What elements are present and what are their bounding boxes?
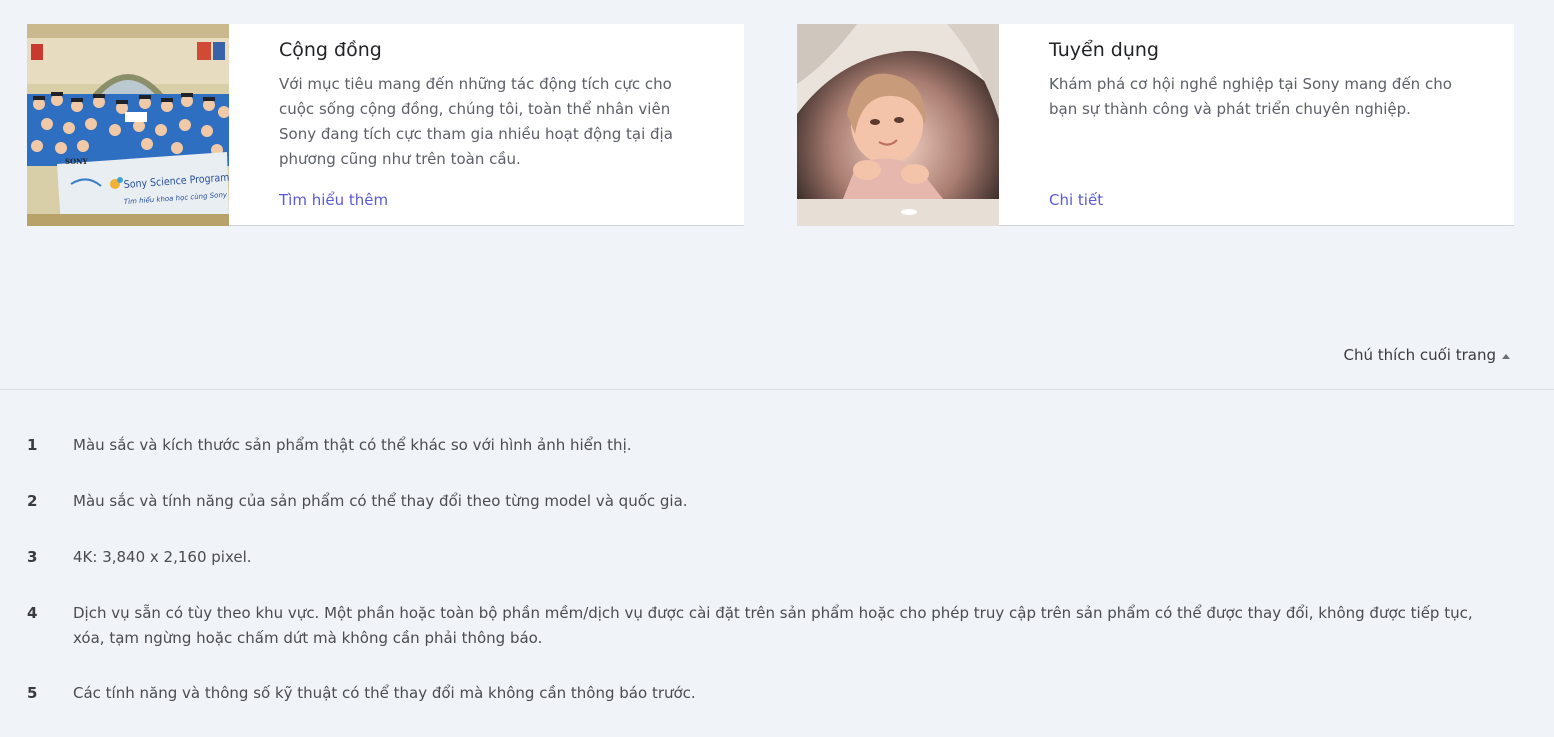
footnote-item: 2 Màu sắc và tính năng của sản phẩm có t… xyxy=(27,489,1507,514)
footnote-number: 4 xyxy=(27,604,38,622)
footnote-text: 4K: 3,840 x 2,160 pixel. xyxy=(73,548,252,566)
community-learn-more-link[interactable]: Tìm hiểu thêm xyxy=(279,190,388,210)
footnote-number: 1 xyxy=(27,436,38,454)
community-card: SONY Sony Science Program Tìm hiểu khoa … xyxy=(27,24,744,226)
footnote-text: Màu sắc và tính năng của sản phẩm có thể… xyxy=(73,492,688,510)
footnote-number: 5 xyxy=(27,684,38,702)
community-description: Với mục tiêu mang đến những tác động tíc… xyxy=(279,75,673,168)
footnotes-toggle-button[interactable]: Chú thích cuối trang xyxy=(1344,345,1510,365)
footnote-item: 4 Dịch vụ sẵn có tùy theo khu vực. Một p… xyxy=(27,601,1507,651)
footnote-text: Dịch vụ sẵn có tùy theo khu vực. Một phầ… xyxy=(73,604,1473,647)
community-title: Cộng đồng xyxy=(279,39,382,61)
footnote-text: Các tính năng và thông số kỹ thuật có th… xyxy=(73,684,696,702)
footnote-item: 1 Màu sắc và kích thước sản phẩm thật có… xyxy=(27,433,1507,458)
careers-card: Tuyển dụng Khám phá cơ hội nghề nghiệp t… xyxy=(797,24,1514,226)
footnote-item: 3 4K: 3,840 x 2,160 pixel. xyxy=(27,545,1507,570)
careers-photo[interactable] xyxy=(797,24,999,226)
careers-details-link[interactable]: Chi tiết xyxy=(1049,190,1103,210)
footnotes-divider xyxy=(0,389,1554,390)
footnote-number: 2 xyxy=(27,492,38,510)
footnote-item: 5 Các tính năng và thông số kỹ thuật có … xyxy=(27,681,1507,706)
footnote-text: Màu sắc và kích thước sản phẩm thật có t… xyxy=(73,436,632,454)
footnotes-list: 1 Màu sắc và kích thước sản phẩm thật có… xyxy=(27,433,1507,737)
caret-up-icon xyxy=(1502,353,1510,359)
community-photo[interactable]: SONY Sony Science Program Tìm hiểu khoa … xyxy=(27,24,229,226)
footnote-number: 3 xyxy=(27,548,38,566)
footnotes-toggle-label: Chú thích cuối trang xyxy=(1343,346,1496,364)
careers-title: Tuyển dụng xyxy=(1049,39,1159,61)
careers-description: Khám phá cơ hội nghề nghiệp tại Sony man… xyxy=(1049,75,1452,118)
banner-brand-text: SONY xyxy=(65,157,89,166)
